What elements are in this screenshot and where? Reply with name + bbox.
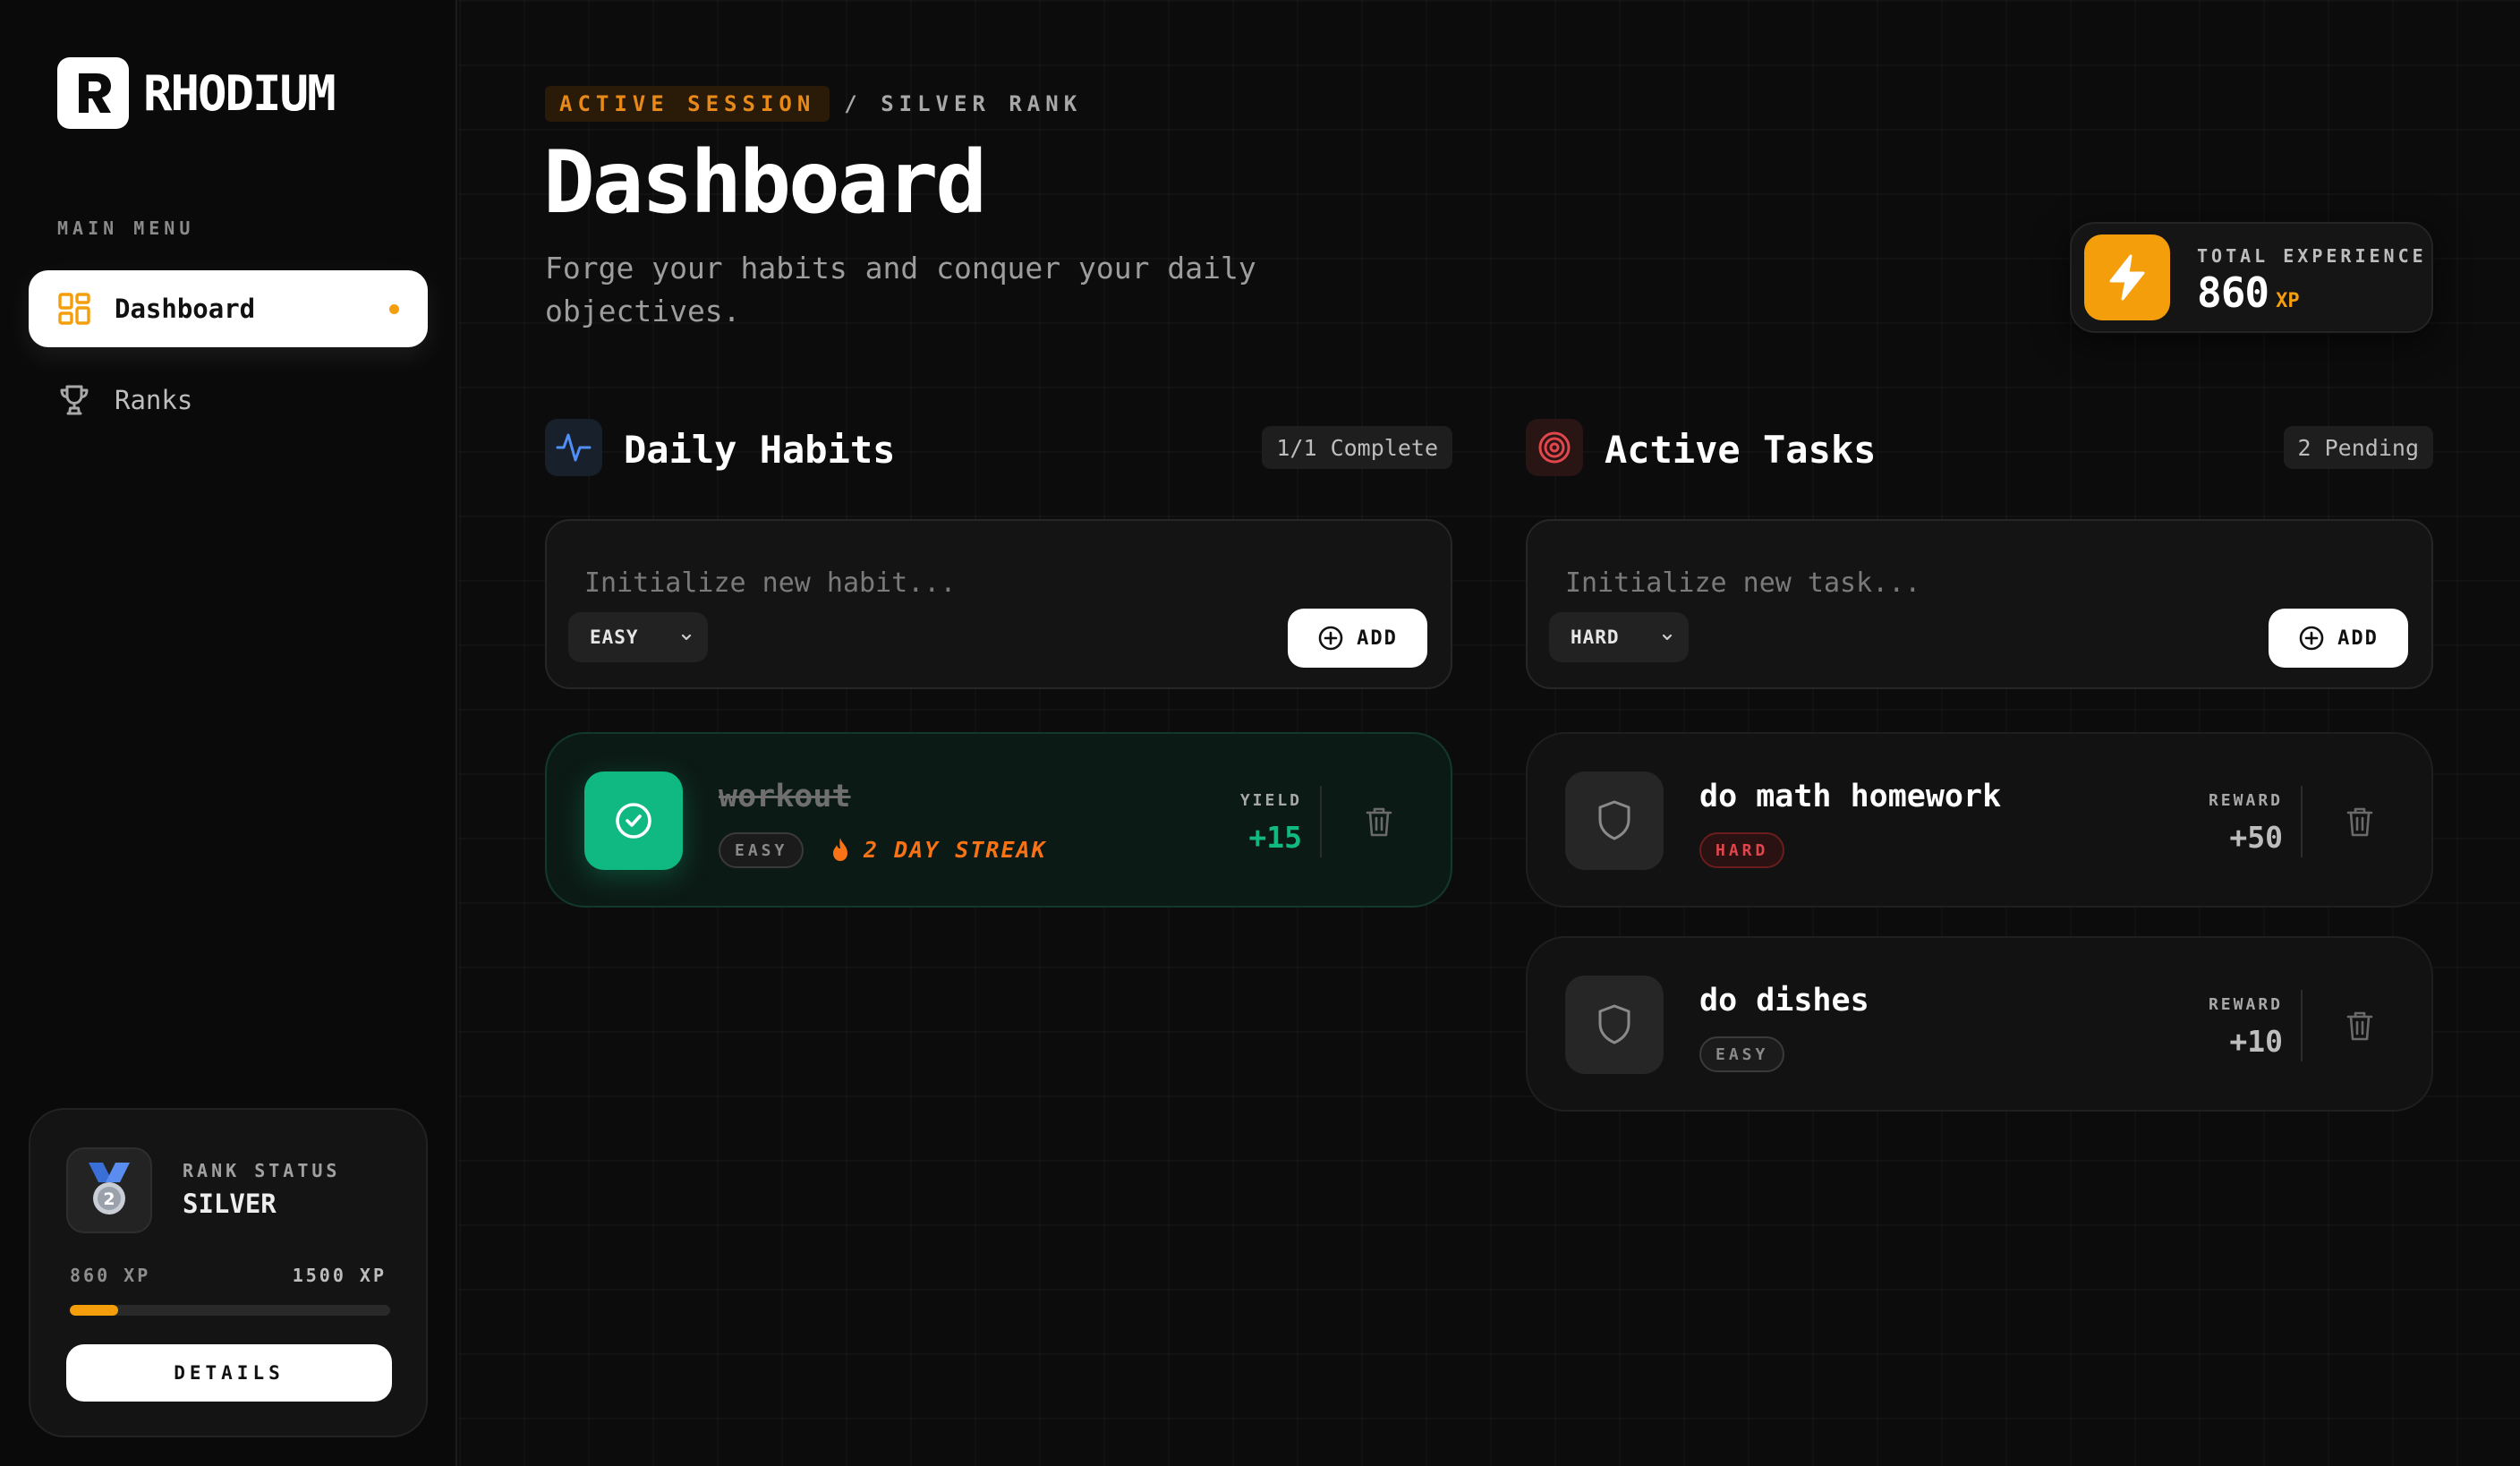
reward-value: +10 xyxy=(2229,1024,2283,1059)
check-circle-icon[interactable] xyxy=(584,771,683,870)
xp-current: 860 XP xyxy=(70,1265,151,1286)
task-difficulty-select[interactable]: HARD xyxy=(1549,612,1689,662)
active-tasks-section: Active Tasks 2 Pending Initialize new ta… xyxy=(1526,415,2433,1112)
reward-label: REWARD xyxy=(2208,791,2283,810)
page-subtitle: Forge your habits and conquer your daily… xyxy=(545,251,1256,328)
logo-mark-icon xyxy=(57,57,129,129)
divider xyxy=(2301,786,2303,857)
reward-label: REWARD xyxy=(2208,995,2283,1014)
session-badge: ACTIVE SESSION xyxy=(545,86,830,122)
target-icon xyxy=(1526,419,1583,476)
breadcrumb: ACTIVE SESSION / SILVER RANK xyxy=(545,86,1082,122)
section-title: Active Tasks xyxy=(1605,428,1877,472)
new-habit-input[interactable]: Initialize new habit... xyxy=(584,567,956,599)
total-experience-label: TOTAL EXPERIENCE xyxy=(2197,245,2427,267)
chevron-down-icon xyxy=(1662,634,1673,641)
rank-status-card: 2 RANK STATUS SILVER 860 XP 1500 XP DETA… xyxy=(29,1108,428,1437)
sidebar-item-label: Ranks xyxy=(115,385,193,415)
streak-text: 2 DAY STREAK xyxy=(864,836,1047,863)
habit-difficulty-select[interactable]: EASY xyxy=(568,612,708,662)
difficulty-value: EASY xyxy=(590,626,639,648)
add-label: ADD xyxy=(1357,626,1398,650)
yield-label: YIELD xyxy=(1239,791,1302,810)
rank-progress-fill xyxy=(70,1305,118,1316)
shield-icon[interactable] xyxy=(1565,976,1664,1074)
add-habit-button[interactable]: ADD xyxy=(1288,609,1427,668)
yield-value: +15 xyxy=(1248,820,1302,855)
xp-unit: XP xyxy=(2276,290,2300,312)
section-title: Daily Habits xyxy=(624,428,896,472)
trophy-icon xyxy=(57,383,91,417)
difficulty-value: HARD xyxy=(1571,626,1620,648)
trash-icon[interactable] xyxy=(1361,804,1397,840)
new-habit-form: Initialize new habit... EASY ADD xyxy=(545,519,1452,689)
flame-icon xyxy=(833,838,847,861)
habits-complete-badge: 1/1 Complete xyxy=(1262,426,1452,469)
total-experience-value: 860 XP xyxy=(2197,268,2300,317)
activity-pulse-icon xyxy=(545,419,602,476)
logo[interactable]: RHODIUM xyxy=(57,57,336,129)
plus-circle-icon xyxy=(1318,626,1343,651)
details-button[interactable]: DETAILS xyxy=(66,1344,392,1402)
sidebar-item-label: Dashboard xyxy=(115,294,256,324)
sidebar: RHODIUM MAIN MENU Dashboard Ranks 2 RANK… xyxy=(0,0,457,1466)
tasks-pending-badge: 2 Pending xyxy=(2283,426,2433,469)
task-name: do math homework xyxy=(1699,779,2002,814)
habit-name: workout xyxy=(719,779,851,814)
streak-indicator: 2 DAY STREAK xyxy=(830,836,1047,863)
reward-value: +50 xyxy=(2229,820,2283,855)
sidebar-item-dashboard[interactable]: Dashboard xyxy=(29,270,428,347)
new-task-form: Initialize new task... HARD ADD xyxy=(1526,519,2433,689)
divider xyxy=(1320,786,1322,857)
total-experience-card: TOTAL EXPERIENCE 860 XP xyxy=(2070,222,2433,333)
dashboard-grid-icon xyxy=(57,292,91,326)
silver-medal-icon: 2 xyxy=(66,1147,152,1233)
app-name: RHODIUM xyxy=(143,64,336,122)
rank-status-label: RANK STATUS xyxy=(183,1160,341,1181)
section-header: Active Tasks 2 Pending xyxy=(1526,415,2433,480)
difficulty-tag: HARD xyxy=(1699,832,1785,868)
page-title: Dashboard xyxy=(543,132,987,233)
difficulty-tag: EASY xyxy=(1699,1036,1785,1072)
new-task-input[interactable]: Initialize new task... xyxy=(1565,567,1920,599)
active-indicator xyxy=(389,304,399,314)
main-content: ACTIVE SESSION / SILVER RANK Dashboard F… xyxy=(459,0,2520,1466)
add-label: ADD xyxy=(2337,626,2379,650)
plus-circle-icon xyxy=(2299,626,2324,651)
habit-card: workout EASY 2 DAY STREAK YIELD +15 xyxy=(545,732,1452,908)
trash-icon[interactable] xyxy=(2342,1008,2378,1044)
difficulty-tag: EASY xyxy=(719,832,805,868)
add-task-button[interactable]: ADD xyxy=(2269,609,2408,668)
divider xyxy=(2301,990,2303,1061)
rank-progress-bar xyxy=(70,1305,390,1316)
section-header: Daily Habits 1/1 Complete xyxy=(545,415,1452,480)
daily-habits-section: Daily Habits 1/1 Complete Initialize new… xyxy=(545,415,1452,908)
app-root: RHODIUM MAIN MENU Dashboard Ranks 2 RANK… xyxy=(0,0,2520,1466)
breadcrumb-rank: / SILVER RANK xyxy=(844,91,1083,116)
rank-status-value: SILVER xyxy=(183,1189,277,1219)
sidebar-item-ranks[interactable]: Ranks xyxy=(29,362,428,439)
task-name: do dishes xyxy=(1699,983,1869,1019)
xp-number: 860 xyxy=(2197,268,2269,317)
xp-target: 1500 XP xyxy=(292,1265,387,1286)
task-card: do math homework HARD REWARD +50 xyxy=(1526,732,2433,908)
menu-title: MAIN MENU xyxy=(57,217,195,239)
svg-text:2: 2 xyxy=(103,1189,115,1209)
task-card: do dishes EASY REWARD +10 xyxy=(1526,936,2433,1112)
trash-icon[interactable] xyxy=(2342,804,2378,840)
chevron-down-icon xyxy=(681,634,692,641)
lightning-bolt-icon xyxy=(2084,234,2170,320)
shield-icon[interactable] xyxy=(1565,771,1664,870)
